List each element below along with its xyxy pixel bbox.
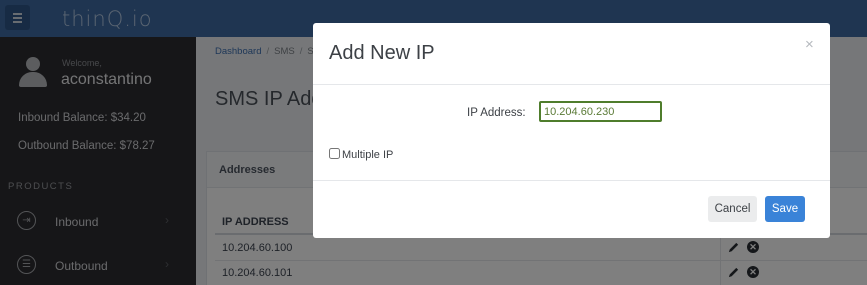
ip-address-input[interactable] — [539, 101, 662, 122]
modal-title: Add New IP — [329, 42, 435, 64]
close-icon[interactable]: × — [805, 36, 814, 53]
add-ip-modal: Add New IP × IP Address: Multiple IP Can… — [313, 23, 830, 238]
multiple-ip-label[interactable]: Multiple IP — [342, 149, 393, 161]
save-button[interactable]: Save — [765, 196, 805, 222]
cancel-button[interactable]: Cancel — [708, 196, 757, 222]
multiple-ip-checkbox[interactable] — [329, 148, 340, 159]
modal-footer-divider — [313, 180, 830, 181]
modal-header-divider — [313, 84, 830, 85]
ip-address-label: IP Address: — [467, 107, 526, 119]
